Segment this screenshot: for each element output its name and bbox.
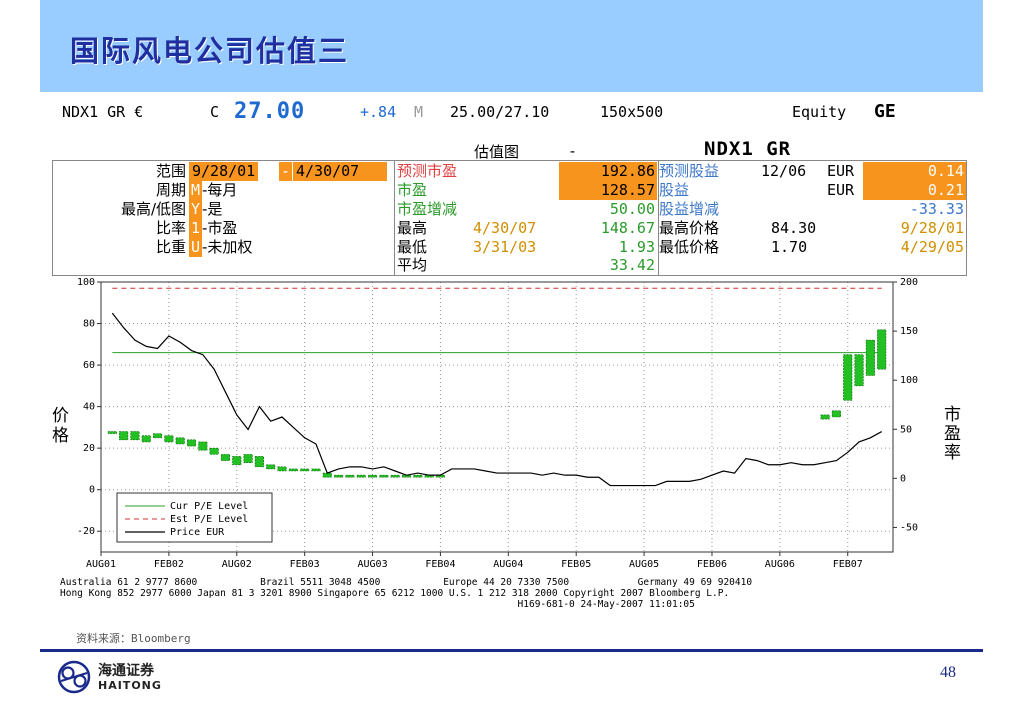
- logo-en: HAITONG: [98, 679, 162, 692]
- legend-label-cur-pe: Cur P/E Level: [170, 501, 248, 512]
- pe-bar: [345, 474, 355, 478]
- pe-bar: [865, 339, 875, 376]
- tick-label-x: FEB07: [833, 559, 863, 570]
- pe-bar: [175, 437, 185, 445]
- tick-label-left: 20: [83, 443, 95, 454]
- pe-bar: [854, 354, 864, 387]
- pe-bar: [877, 329, 887, 370]
- page-number: 48: [940, 664, 956, 681]
- tick-label-x: AUG03: [357, 559, 387, 570]
- pe-bar: [356, 474, 366, 478]
- tick-label-x: FEB05: [561, 559, 591, 570]
- pe-bar: [164, 435, 174, 443]
- haitong-logo-icon: [57, 660, 91, 694]
- tick-label-left: 80: [83, 319, 95, 330]
- x-axis: AUG01 FEB02 AUG02 FEB03 AUG03 FEB04 AUG04 FEB05…: [86, 559, 863, 570]
- y-axis-right-label: 市盈率: [944, 405, 961, 463]
- pe-bar: [186, 439, 197, 447]
- tick-label-left: 0: [89, 485, 95, 496]
- pe-bar: [413, 474, 423, 478]
- tick-label-x: FEB03: [290, 559, 320, 570]
- pe-bar: [243, 454, 253, 463]
- footer-divider: [40, 649, 983, 652]
- legend-label-price: Price EUR: [170, 527, 225, 538]
- pe-bar: [107, 431, 117, 434]
- tick-label-right: 0: [900, 473, 906, 484]
- tick-label-right: 50: [900, 424, 912, 435]
- pe-bar: [277, 466, 287, 472]
- tick-label-x: FEB06: [697, 559, 727, 570]
- pe-bar: [367, 474, 378, 478]
- tick-label-x: FEB02: [154, 559, 184, 570]
- pe-bar: [266, 464, 276, 470]
- chart-series: [107, 287, 887, 487]
- tick-label-x: FEB04: [425, 559, 455, 570]
- tick-label-x: AUG05: [629, 559, 659, 570]
- tick-label-left: 60: [83, 360, 95, 371]
- tick-label-left: 40: [83, 402, 95, 413]
- pe-bar: [254, 456, 264, 468]
- right-axis: 200 150 100 50 0 -50: [900, 277, 918, 533]
- pe-bar: [198, 441, 208, 451]
- pe-bar: [153, 433, 163, 439]
- tick-label-x: AUG02: [222, 559, 252, 570]
- source-note: 资料来源：Bloomberg: [76, 632, 191, 645]
- tick-label-right: 100: [900, 375, 918, 386]
- pe-bar: [843, 354, 853, 401]
- contact-line: Hong Kong 852 2977 6000 Japan 81 3 3201 …: [60, 588, 730, 599]
- tick-label-x: AUG01: [86, 559, 116, 570]
- contact-line: H169-681-0 24-May-2007 11:01:05: [60, 599, 695, 610]
- pe-bar: [288, 468, 298, 472]
- left-axis: 100 80 60 40 20 0 -20: [77, 277, 95, 537]
- pe-bar: [334, 474, 344, 478]
- y-axis-left-label: 价格: [52, 406, 69, 446]
- pe-bar: [119, 431, 129, 441]
- pe-bar: [311, 468, 321, 472]
- tick-label-left: -20: [77, 526, 95, 537]
- pe-bar: [390, 474, 400, 478]
- pe-bar: [379, 474, 389, 478]
- pe-bar: [820, 414, 830, 420]
- contact-line: Australia 61 2 9777 8600 Brazil 5511 304…: [60, 577, 753, 588]
- legend-label-est-pe: Est P/E Level: [170, 514, 248, 525]
- tick-label-x: AUG06: [765, 559, 795, 570]
- pe-bar: [300, 468, 310, 472]
- tick-label-right: 150: [900, 326, 918, 337]
- logo-cn: 海通证券: [98, 663, 154, 679]
- chart-legend: Cur P/E Level Est P/E Level Price EUR: [116, 492, 273, 543]
- pe-bar: [141, 435, 151, 443]
- valuation-chart: 100806040200-20 200150100500-50 AUG01 FEB…: [77, 277, 918, 570]
- pe-bar: [232, 456, 242, 466]
- tick-label-right: -50: [900, 522, 918, 533]
- tick-label-left: 100: [77, 277, 95, 288]
- pe-bar: [209, 447, 219, 455]
- pe-bar: [220, 454, 230, 461]
- tick-label-right: 200: [900, 277, 918, 288]
- pe-bar: [831, 410, 841, 418]
- pe-bar: [130, 431, 140, 441]
- tick-label-x: AUG04: [493, 559, 523, 570]
